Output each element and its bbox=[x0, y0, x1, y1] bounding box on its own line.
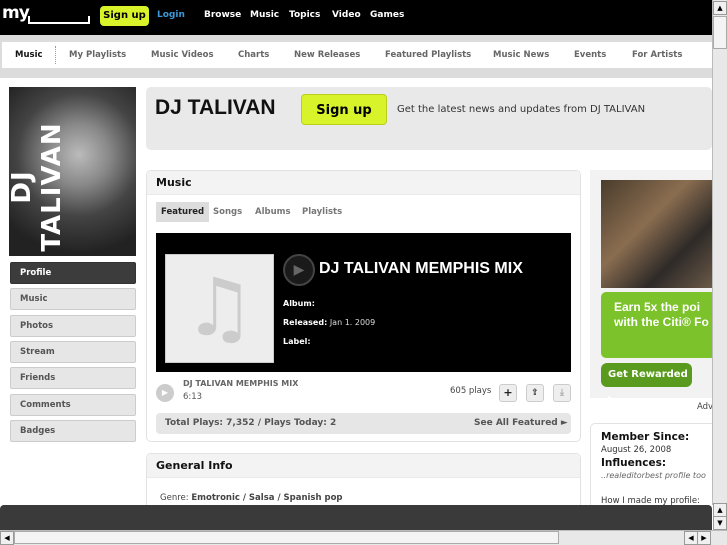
album-label: Album: bbox=[283, 299, 315, 308]
subnav-new-releases[interactable]: New Releases bbox=[294, 50, 360, 60]
ad-image[interactable] bbox=[601, 180, 712, 288]
track-name[interactable]: DJ TALIVAN MEMPHIS MIX bbox=[183, 379, 298, 388]
photo-caption: DJ TALIVAN bbox=[9, 122, 67, 252]
subnav-charts[interactable]: Charts bbox=[238, 50, 269, 60]
total-plays: Total Plays: 7,352 / Plays Today: 2 bbox=[165, 418, 337, 428]
tab-featured[interactable]: Featured bbox=[156, 202, 210, 222]
subnav-my-playlists[interactable]: My Playlists bbox=[69, 50, 126, 60]
subnav-music[interactable]: Music bbox=[15, 50, 43, 60]
subnav-music-news[interactable]: Music News bbox=[493, 50, 549, 60]
horizontal-scroll-thumb[interactable] bbox=[14, 531, 559, 544]
inner-scroll-up-icon[interactable]: ▲ bbox=[713, 503, 727, 517]
scroll-up-icon[interactable]: ▲ bbox=[713, 1, 727, 15]
ad-label: Adv bbox=[697, 402, 714, 412]
released-label: Released: bbox=[283, 318, 328, 327]
subnav-music-videos[interactable]: Music Videos bbox=[151, 50, 214, 60]
sidebar-item-comments[interactable]: Comments bbox=[10, 394, 136, 416]
divider bbox=[55, 46, 56, 64]
released-meta: Released: Jan 1. 2009 bbox=[283, 318, 375, 327]
download-icon[interactable]: ⤓ bbox=[553, 384, 571, 402]
member-since-value: August 26, 2008 bbox=[601, 445, 672, 455]
profile-photo[interactable]: DJ TALIVAN bbox=[9, 87, 136, 256]
share-icon[interactable]: ⇪ bbox=[526, 384, 544, 402]
nav-browse[interactable]: Browse bbox=[204, 10, 241, 20]
play-icon[interactable]: ▶ bbox=[283, 254, 315, 286]
genre-label: Genre: bbox=[160, 493, 189, 503]
login-link[interactable]: Login bbox=[157, 10, 185, 20]
top-signup-button[interactable]: Sign up bbox=[100, 6, 149, 26]
influences-value: ..realeditorbest profile too bbox=[601, 471, 706, 480]
subnav-for-artists[interactable]: For Artists bbox=[632, 50, 682, 60]
bottom-toolbar bbox=[0, 505, 712, 530]
inner-scroll-down-icon[interactable]: ▼ bbox=[713, 516, 727, 530]
tab-songs[interactable]: Songs bbox=[208, 202, 247, 222]
sidebar-item-photos[interactable]: Photos bbox=[10, 315, 136, 337]
influences-label: Influences: bbox=[601, 457, 667, 469]
sidebar-item-stream[interactable]: Stream bbox=[10, 341, 136, 363]
sidebar-item-profile[interactable]: Profile bbox=[10, 262, 136, 284]
sidebar-item-badges[interactable]: Badges bbox=[10, 420, 136, 442]
nav-topics[interactable]: Topics bbox=[289, 10, 320, 20]
track-play-icon[interactable]: ▶ bbox=[156, 384, 174, 402]
track-duration: 6:13 bbox=[183, 392, 203, 402]
general-info-title: General Info bbox=[147, 454, 580, 478]
scroll-left-icon[interactable]: ◀ bbox=[0, 531, 14, 545]
nav-video[interactable]: Video bbox=[332, 10, 361, 20]
add-icon[interactable]: + bbox=[499, 384, 517, 402]
subnav-featured-playlists[interactable]: Featured Playlists bbox=[385, 50, 471, 60]
logo-mark bbox=[28, 16, 90, 24]
site-logo[interactable]: my bbox=[2, 3, 30, 23]
ad-line-1: Earn 5x the poi bbox=[614, 300, 701, 314]
artist-name: DJ TALIVAN bbox=[155, 96, 276, 119]
ad-text: Earn 5x the poi with the Citi® Fo bbox=[614, 300, 712, 330]
tab-albums[interactable]: Albums bbox=[250, 202, 296, 222]
scroll-left-icon-2[interactable]: ◀ bbox=[684, 531, 698, 545]
header-signup-button[interactable]: Sign up bbox=[301, 94, 387, 125]
signup-tagline: Get the latest news and updates from DJ … bbox=[397, 104, 646, 115]
featured-song-title[interactable]: DJ TALIVAN MEMPHIS MIX bbox=[319, 260, 523, 278]
genre-line: Genre: Emotronic / Salsa / Spanish pop bbox=[160, 493, 343, 503]
label-meta: Label: bbox=[283, 337, 311, 346]
sidebar-item-friends[interactable]: Friends bbox=[10, 367, 136, 389]
genre-value: Emotronic / Salsa / Spanish pop bbox=[191, 493, 343, 503]
track-plays: 605 plays bbox=[450, 386, 492, 396]
see-all-featured-link[interactable]: See All Featured ► bbox=[474, 418, 568, 428]
ad-line-2: with the Citi® Fo bbox=[614, 315, 709, 329]
music-note-icon: ♫ bbox=[165, 254, 274, 363]
album-meta: Album: bbox=[283, 299, 315, 308]
nav-music[interactable]: Music bbox=[250, 10, 279, 20]
nav-games[interactable]: Games bbox=[370, 10, 404, 20]
vertical-scrollbar[interactable] bbox=[712, 0, 727, 505]
label-label: Label: bbox=[283, 337, 311, 346]
subnav-events[interactable]: Events bbox=[574, 50, 606, 60]
music-panel-title: Music bbox=[147, 171, 580, 195]
sidebar-item-music[interactable]: Music bbox=[10, 288, 136, 310]
get-rewarded-button[interactable]: Get Rewarded ▸ bbox=[601, 363, 692, 404]
vertical-scroll-thumb[interactable] bbox=[713, 16, 727, 49]
scroll-right-icon[interactable]: ▶ bbox=[697, 531, 711, 545]
tab-playlists[interactable]: Playlists bbox=[297, 202, 347, 222]
member-since-label: Member Since: bbox=[601, 431, 690, 443]
released-value: Jan 1. 2009 bbox=[329, 318, 376, 327]
